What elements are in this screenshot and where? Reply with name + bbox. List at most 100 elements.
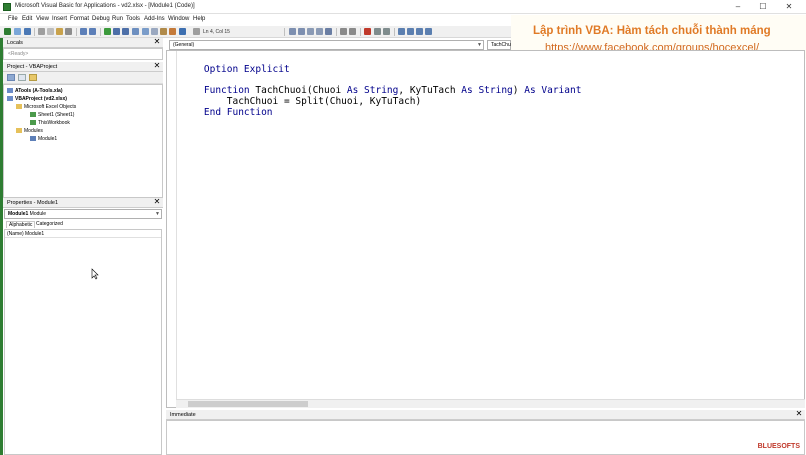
tab-alphabetic[interactable]: Alphabetic: [6, 221, 36, 228]
view-object-icon[interactable]: [18, 74, 26, 81]
menu-run[interactable]: Run: [112, 16, 123, 22]
maximize-button[interactable]: ☐: [752, 1, 774, 13]
object-browser-icon[interactable]: [160, 28, 167, 35]
run-icon[interactable]: [104, 28, 111, 35]
menu-help[interactable]: Help: [193, 16, 205, 22]
locals-close-button[interactable]: ✕: [153, 37, 161, 46]
view-code-icon[interactable]: [7, 74, 15, 81]
properties-window-icon[interactable]: [151, 28, 158, 35]
project-explorer-icon[interactable]: [142, 28, 149, 35]
mouse-cursor-icon: [91, 268, 99, 280]
tree-item-sheet1[interactable]: Sheet1 (Sheet1): [30, 112, 74, 118]
cut-icon[interactable]: [38, 28, 45, 35]
menu-add-ins[interactable]: Add-Ins: [144, 16, 165, 22]
clear-bookmarks-icon[interactable]: [425, 28, 432, 35]
previous-bookmark-icon[interactable]: [416, 28, 423, 35]
folder-icon: [16, 104, 22, 109]
tree-item-thisworkbook[interactable]: ThisWorkbook: [30, 120, 70, 126]
code-keyword: End Function: [203, 107, 273, 118]
close-window-button[interactable]: ✕: [778, 1, 800, 13]
vba-project-icon: [7, 96, 13, 101]
find-icon[interactable]: [65, 28, 72, 35]
quick-info-icon[interactable]: [307, 28, 314, 35]
immediate-pane[interactable]: BLUESOFTS: [166, 420, 805, 455]
list-constants-icon[interactable]: [298, 28, 305, 35]
uncomment-block-icon[interactable]: [383, 28, 390, 35]
save-icon[interactable]: [24, 28, 31, 35]
view-excel-icon[interactable]: [4, 28, 11, 35]
toggle-folders-icon[interactable]: [29, 74, 37, 81]
tree-item-excel-objects[interactable]: Microsoft Excel Objects: [16, 104, 76, 110]
help-icon[interactable]: [179, 28, 186, 35]
copy-icon[interactable]: [47, 28, 54, 35]
bluesofts-logo: BLUESOFTS: [757, 443, 800, 450]
complete-word-icon[interactable]: [325, 28, 332, 35]
toolbox-icon[interactable]: [169, 28, 176, 35]
comment-block-icon[interactable]: [374, 28, 381, 35]
chevron-down-icon: ▼: [477, 42, 482, 48]
code-line-5[interactable]: End Function: [181, 96, 273, 129]
parameter-info-icon[interactable]: [316, 28, 323, 35]
immediate-close-button[interactable]: ✕: [795, 409, 803, 418]
procedure-combo[interactable]: TachChu: [487, 40, 511, 50]
toggle-breakpoint-icon[interactable]: [364, 28, 371, 35]
property-row[interactable]: (Name) Module1: [5, 230, 161, 238]
property-name: (Name): [7, 231, 24, 237]
worksheet-icon: [30, 112, 36, 117]
tree-item-vbaproject[interactable]: VBAProject (vd2.xlsx): [7, 96, 67, 102]
project-close-button[interactable]: ✕: [153, 61, 161, 70]
tab-categorized[interactable]: Categorized: [34, 221, 65, 227]
undo-icon[interactable]: [80, 28, 87, 35]
menu-insert[interactable]: Insert: [52, 16, 67, 22]
title-bar: Microsoft Visual Basic for Applications …: [0, 0, 806, 14]
next-bookmark-icon[interactable]: [407, 28, 414, 35]
tree-item-label: ATools (A-Tools.xla): [15, 88, 63, 94]
properties-object-combo[interactable]: Module1 Module ▼: [4, 209, 162, 219]
menu-debug[interactable]: Debug: [92, 16, 110, 22]
chevron-down-icon: ▼: [155, 211, 160, 217]
object-combo[interactable]: (General) ▼: [169, 40, 484, 50]
code-margin: [167, 51, 177, 407]
tree-item-label: Module1: [38, 136, 58, 142]
code-editor[interactable]: Option Explicit Function TachChuoi(Chuoi…: [166, 50, 805, 408]
property-value: Module1: [25, 231, 45, 237]
menu-file[interactable]: File: [8, 16, 18, 22]
menu-tools[interactable]: Tools: [126, 16, 140, 22]
toolbar-separator: [34, 28, 35, 36]
project-tree: ATools (A-Tools.xla) VBAProject (vd2.xls…: [3, 84, 163, 198]
properties-tabs: Alphabetic Categorized: [4, 220, 162, 229]
locals-pane-header: Locals ✕: [3, 37, 163, 48]
project-pane-title: Project - VBAProject: [7, 64, 58, 70]
menu-view[interactable]: View: [36, 16, 49, 22]
tree-item-module1[interactable]: Module1: [30, 136, 57, 142]
redo-icon[interactable]: [89, 28, 96, 35]
code-horizontal-scrollbar[interactable]: [176, 399, 805, 408]
reset-icon[interactable]: [122, 28, 129, 35]
banner-title: Lập trình VBA: Hàm tách chuỗi thành máng: [533, 25, 771, 37]
break-icon[interactable]: [113, 28, 120, 35]
properties-close-button[interactable]: ✕: [153, 197, 161, 206]
list-properties-icon[interactable]: [289, 28, 296, 35]
locals-pane: <Ready>: [3, 48, 163, 60]
scrollbar-thumb[interactable]: [188, 401, 308, 407]
minimize-button[interactable]: –: [727, 1, 749, 13]
tree-item-modules[interactable]: Modules: [16, 128, 43, 134]
window-title: Microsoft Visual Basic for Applications …: [15, 3, 195, 9]
tree-item-atools[interactable]: ATools (A-Tools.xla): [7, 88, 63, 94]
toolbar-separator: [100, 28, 101, 36]
immediate-pane-header: Immediate ✕: [166, 409, 805, 420]
locals-pane-title: Locals: [7, 40, 23, 46]
toggle-bookmark-icon[interactable]: [398, 28, 405, 35]
vba-project-icon: [7, 88, 13, 93]
locals-status: <Ready>: [8, 51, 29, 57]
tree-item-label: Microsoft Excel Objects: [24, 104, 77, 110]
paste-icon[interactable]: [56, 28, 63, 35]
outdent-icon[interactable]: [349, 28, 356, 35]
menu-format[interactable]: Format: [70, 16, 89, 22]
menu-window[interactable]: Window: [168, 16, 189, 22]
insert-module-icon[interactable]: [14, 28, 21, 35]
menu-edit[interactable]: Edit: [22, 16, 32, 22]
tree-item-label: Sheet1 (Sheet1): [38, 112, 75, 118]
indent-icon[interactable]: [340, 28, 347, 35]
design-mode-icon[interactable]: [132, 28, 139, 35]
